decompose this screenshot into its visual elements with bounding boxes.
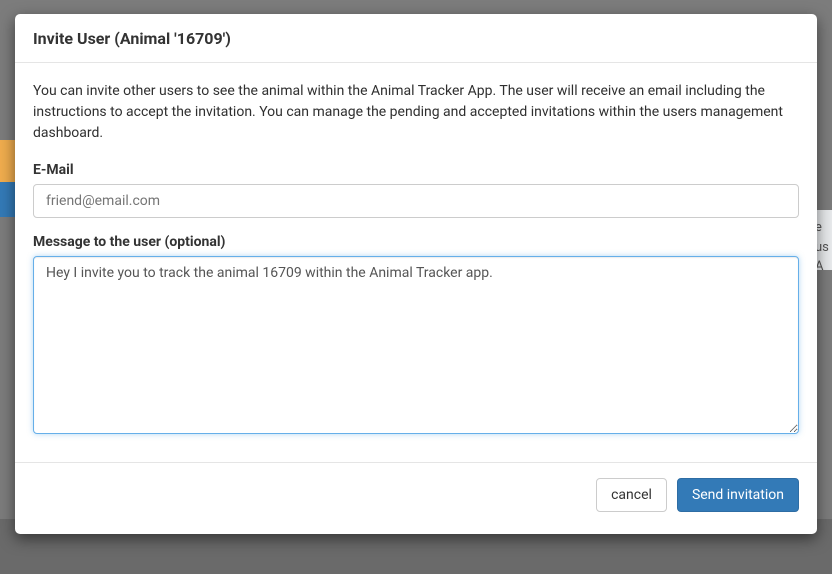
modal-body: You can invite other users to see the an… [15, 63, 817, 462]
cancel-button[interactable]: cancel [596, 478, 667, 512]
modal-title: Invite User (Animal '16709') [33, 29, 799, 48]
email-label: E-Mail [33, 162, 799, 178]
modal-header: Invite User (Animal '16709') [15, 14, 817, 63]
modal-description: You can invite other users to see the an… [33, 81, 799, 144]
email-field[interactable] [33, 184, 799, 218]
message-field[interactable] [33, 256, 799, 434]
message-label: Message to the user (optional) [33, 234, 799, 250]
modal-footer: cancel Send invitation [15, 462, 817, 534]
bg-decoration [0, 140, 15, 182]
bg-decoration [0, 182, 15, 217]
invite-user-modal: Invite User (Animal '16709') You can inv… [15, 14, 817, 534]
send-invitation-button[interactable]: Send invitation [677, 478, 799, 512]
